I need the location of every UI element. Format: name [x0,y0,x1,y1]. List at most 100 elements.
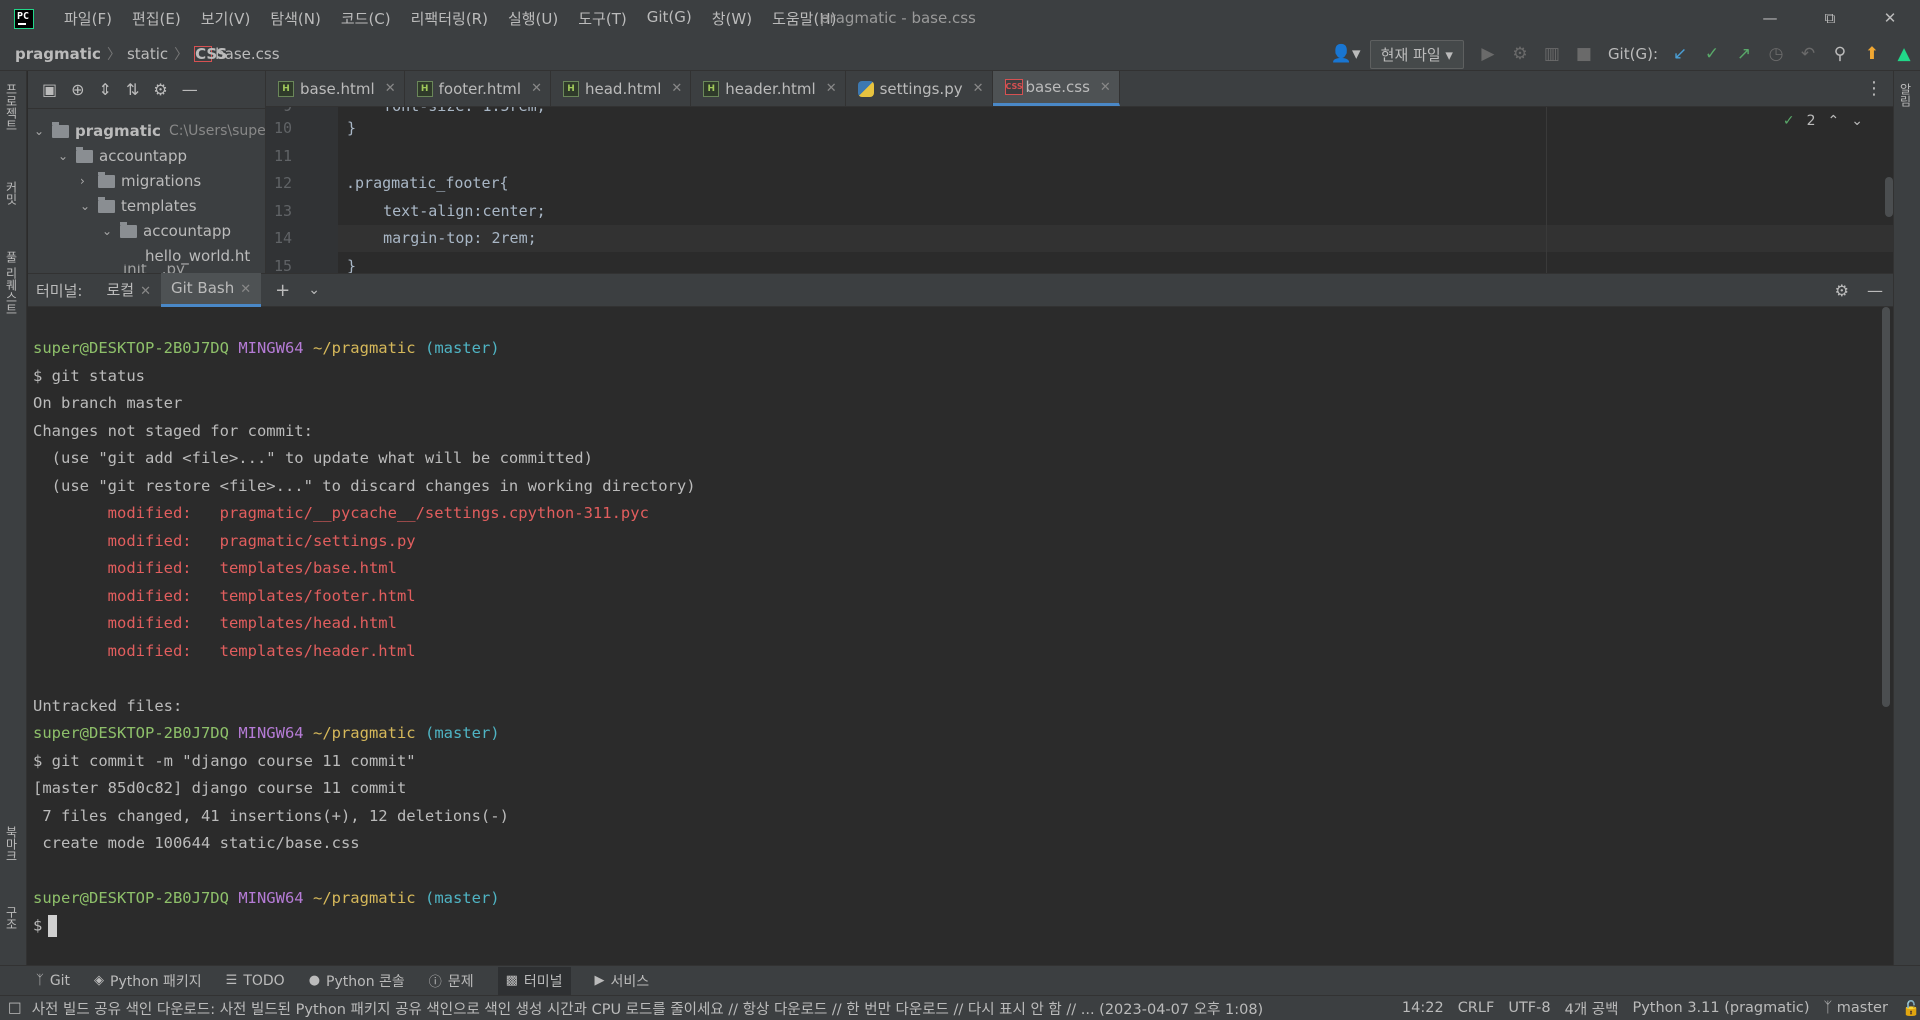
chevron-down-icon[interactable]: ⌄ [80,194,98,219]
menu-run[interactable]: 실행(U) [498,8,568,29]
breadcrumb-project[interactable]: pragmatic [15,45,101,63]
search-icon[interactable]: ⚲ [1824,44,1856,64]
gear-icon[interactable]: ⚙ [1835,281,1849,300]
python-interpreter[interactable]: Python 3.11 (pragmatic) [1632,1000,1809,1016]
close-tab-icon[interactable]: ✕ [973,81,984,96]
tool-window-terminal[interactable]: ▩ 터미널 [497,966,571,995]
tree-row-templates[interactable]: ⌄ templates [80,194,197,219]
tool-window-todo[interactable]: ☰ TODO [226,973,285,989]
tab-options-icon[interactable]: ⋮ [1865,71,1893,106]
user-icon[interactable]: 👤▾ [1330,44,1362,64]
tree-row-root[interactable]: ⌄ pragmatic C:\Users\super [34,119,272,144]
lock-icon[interactable]: 🔓 [1902,1000,1920,1017]
commit-tool-tab[interactable]: 커밋 [3,181,20,205]
chevron-down-icon[interactable]: ⌄ [102,219,120,244]
terminal-scrollbar[interactable] [1882,307,1890,707]
breadcrumb-file[interactable]: base.css [215,45,279,63]
menu-code[interactable]: 코드(C) [331,8,401,29]
structure-tool-tab[interactable]: 구조 [3,906,20,930]
tool-window-python-console[interactable]: ● Python 콘솔 [309,971,405,991]
tab-footer-html[interactable]: H footer.html ✕ [405,71,551,106]
close-tab-icon[interactable]: ✕ [826,81,837,96]
tab-settings-py[interactable]: settings.py ✕ [846,71,993,106]
tree-label: migrations [121,172,202,190]
pycharm-logo-icon[interactable]: PC [14,8,34,29]
stop-icon[interactable]: ■ [1568,44,1600,64]
notifications-tool-tab[interactable]: 알림 [1897,83,1914,107]
hide-panel-icon[interactable]: — [182,80,198,99]
close-tab-icon[interactable]: ✕ [1100,80,1111,95]
menu-view[interactable]: 보기(V) [191,8,261,29]
menu-git[interactable]: Git(G) [637,8,702,29]
chevron-down-icon[interactable]: ⌄ [1851,113,1863,129]
tool-window-git[interactable]: ᛉ Git [36,973,70,989]
update-icon[interactable]: ⬆ [1856,44,1888,64]
collapse-all-icon[interactable]: ⇅ [126,80,139,99]
close-tab-icon[interactable]: ✕ [385,81,396,96]
tab-base-css[interactable]: CSS base.css ✕ [992,71,1120,106]
tree-row-migrations[interactable]: › migrations [80,169,201,194]
git-branch-widget[interactable]: ᛉ master [1823,1000,1887,1016]
terminal-tab-local[interactable]: 로컬 ✕ [96,273,161,307]
menu-tools[interactable]: 도구(T) [568,8,636,29]
tab-header-html[interactable]: H header.html ✕ [691,71,846,106]
close-tab-icon[interactable]: ✕ [531,81,542,96]
tool-window-problems[interactable]: ⓘ 문제 [429,971,474,991]
restore-icon[interactable]: ⧉ [1800,0,1860,37]
indent-setting[interactable]: 4개 공백 [1565,998,1619,1019]
project-tool-tab[interactable]: 프로젝트 [3,83,20,131]
tool-window-python-packages[interactable]: ◈ Python 패키지 [94,971,202,991]
git-commit-icon[interactable]: ✓ [1696,44,1728,64]
chevron-up-icon[interactable]: ⌃ [1828,113,1840,129]
run-icon[interactable]: ▶ [1472,44,1504,64]
prompt-env: MINGW64 [238,724,304,742]
menu-window[interactable]: 창(W) [702,8,762,29]
chevron-down-icon[interactable]: ⌄ [58,144,76,169]
git-rollback-icon[interactable]: ↶ [1792,44,1824,64]
terminal-tab-git-bash[interactable]: Git Bash ✕ [160,273,262,307]
minimize-icon[interactable]: — [1740,0,1800,37]
close-tab-icon[interactable]: ✕ [240,282,251,297]
debug-icon[interactable]: ⚙ [1504,44,1536,64]
caret-position[interactable]: 14:22 [1402,1000,1444,1016]
menu-refactor[interactable]: 리팩터링(R) [401,8,498,29]
tab-head-html[interactable]: H head.html ✕ [551,71,692,106]
bookmarks-tool-tab[interactable]: 북마크 [3,826,20,862]
menu-edit[interactable]: 편집(E) [122,8,191,29]
inspection-widget[interactable]: ✓ 2 ⌃ ⌄ [1783,113,1863,129]
chevron-down-icon[interactable]: ⌄ [34,119,52,144]
coverage-icon[interactable]: ▥ [1536,44,1568,64]
close-tab-icon[interactable]: ✕ [140,284,151,299]
close-icon[interactable]: ✕ [1860,0,1920,37]
menu-file[interactable]: 파일(F) [54,8,122,29]
tool-window-services[interactable]: ▶ 서비스 [595,971,650,991]
run-configuration-select[interactable]: 현재 파일 ▾ [1369,39,1464,69]
expand-all-icon[interactable]: ⇕ [99,80,112,99]
chevron-right-icon[interactable]: › [80,169,98,194]
editor-scrollbar[interactable] [1885,177,1893,217]
tree-row-accountapp-templates[interactable]: ⌄ accountapp [102,219,231,244]
git-push-icon[interactable]: ↗ [1728,44,1760,64]
close-tab-icon[interactable]: ✕ [671,81,682,96]
code-editor[interactable]: 9 font-size: 1.5rem; 10 } 11 12 .pragmat… [266,107,1893,273]
project-view-icon[interactable]: ▣ [42,80,57,99]
toggle-tool-windows-icon[interactable]: □ [8,1000,22,1016]
locate-icon[interactable]: ⊕ [71,80,84,99]
chevron-down-icon[interactable]: ⌄ [308,282,320,298]
status-message[interactable]: 사전 빌드 공유 색인 다운로드: 사전 빌드된 Python 패키지 공유 색… [32,998,1388,1019]
breadcrumb-folder[interactable]: static [127,45,168,63]
tree-row-accountapp[interactable]: ⌄ accountapp [58,144,187,169]
hide-panel-icon[interactable]: — [1867,281,1883,300]
terminal-input-line[interactable]: $ [33,915,58,937]
file-encoding[interactable]: UTF-8 [1508,1000,1550,1016]
git-history-icon[interactable]: ◷ [1760,44,1792,64]
pull-requests-tool-tab[interactable]: 풀 리퀘스트 [3,251,20,315]
menu-navigate[interactable]: 탐색(N) [260,8,331,29]
git-update-icon[interactable]: ↙ [1664,44,1696,64]
gear-icon[interactable]: ⚙ [153,80,167,99]
terminal-output[interactable]: super@DESKTOP-2B0J7DQ MINGW64 ~/pragmati… [28,307,1893,965]
code-with-me-icon[interactable]: ▲ [1888,44,1920,64]
new-terminal-icon[interactable]: + [275,280,290,301]
line-separator[interactable]: CRLF [1458,1000,1495,1016]
tab-base-html[interactable]: H base.html ✕ [266,71,405,106]
